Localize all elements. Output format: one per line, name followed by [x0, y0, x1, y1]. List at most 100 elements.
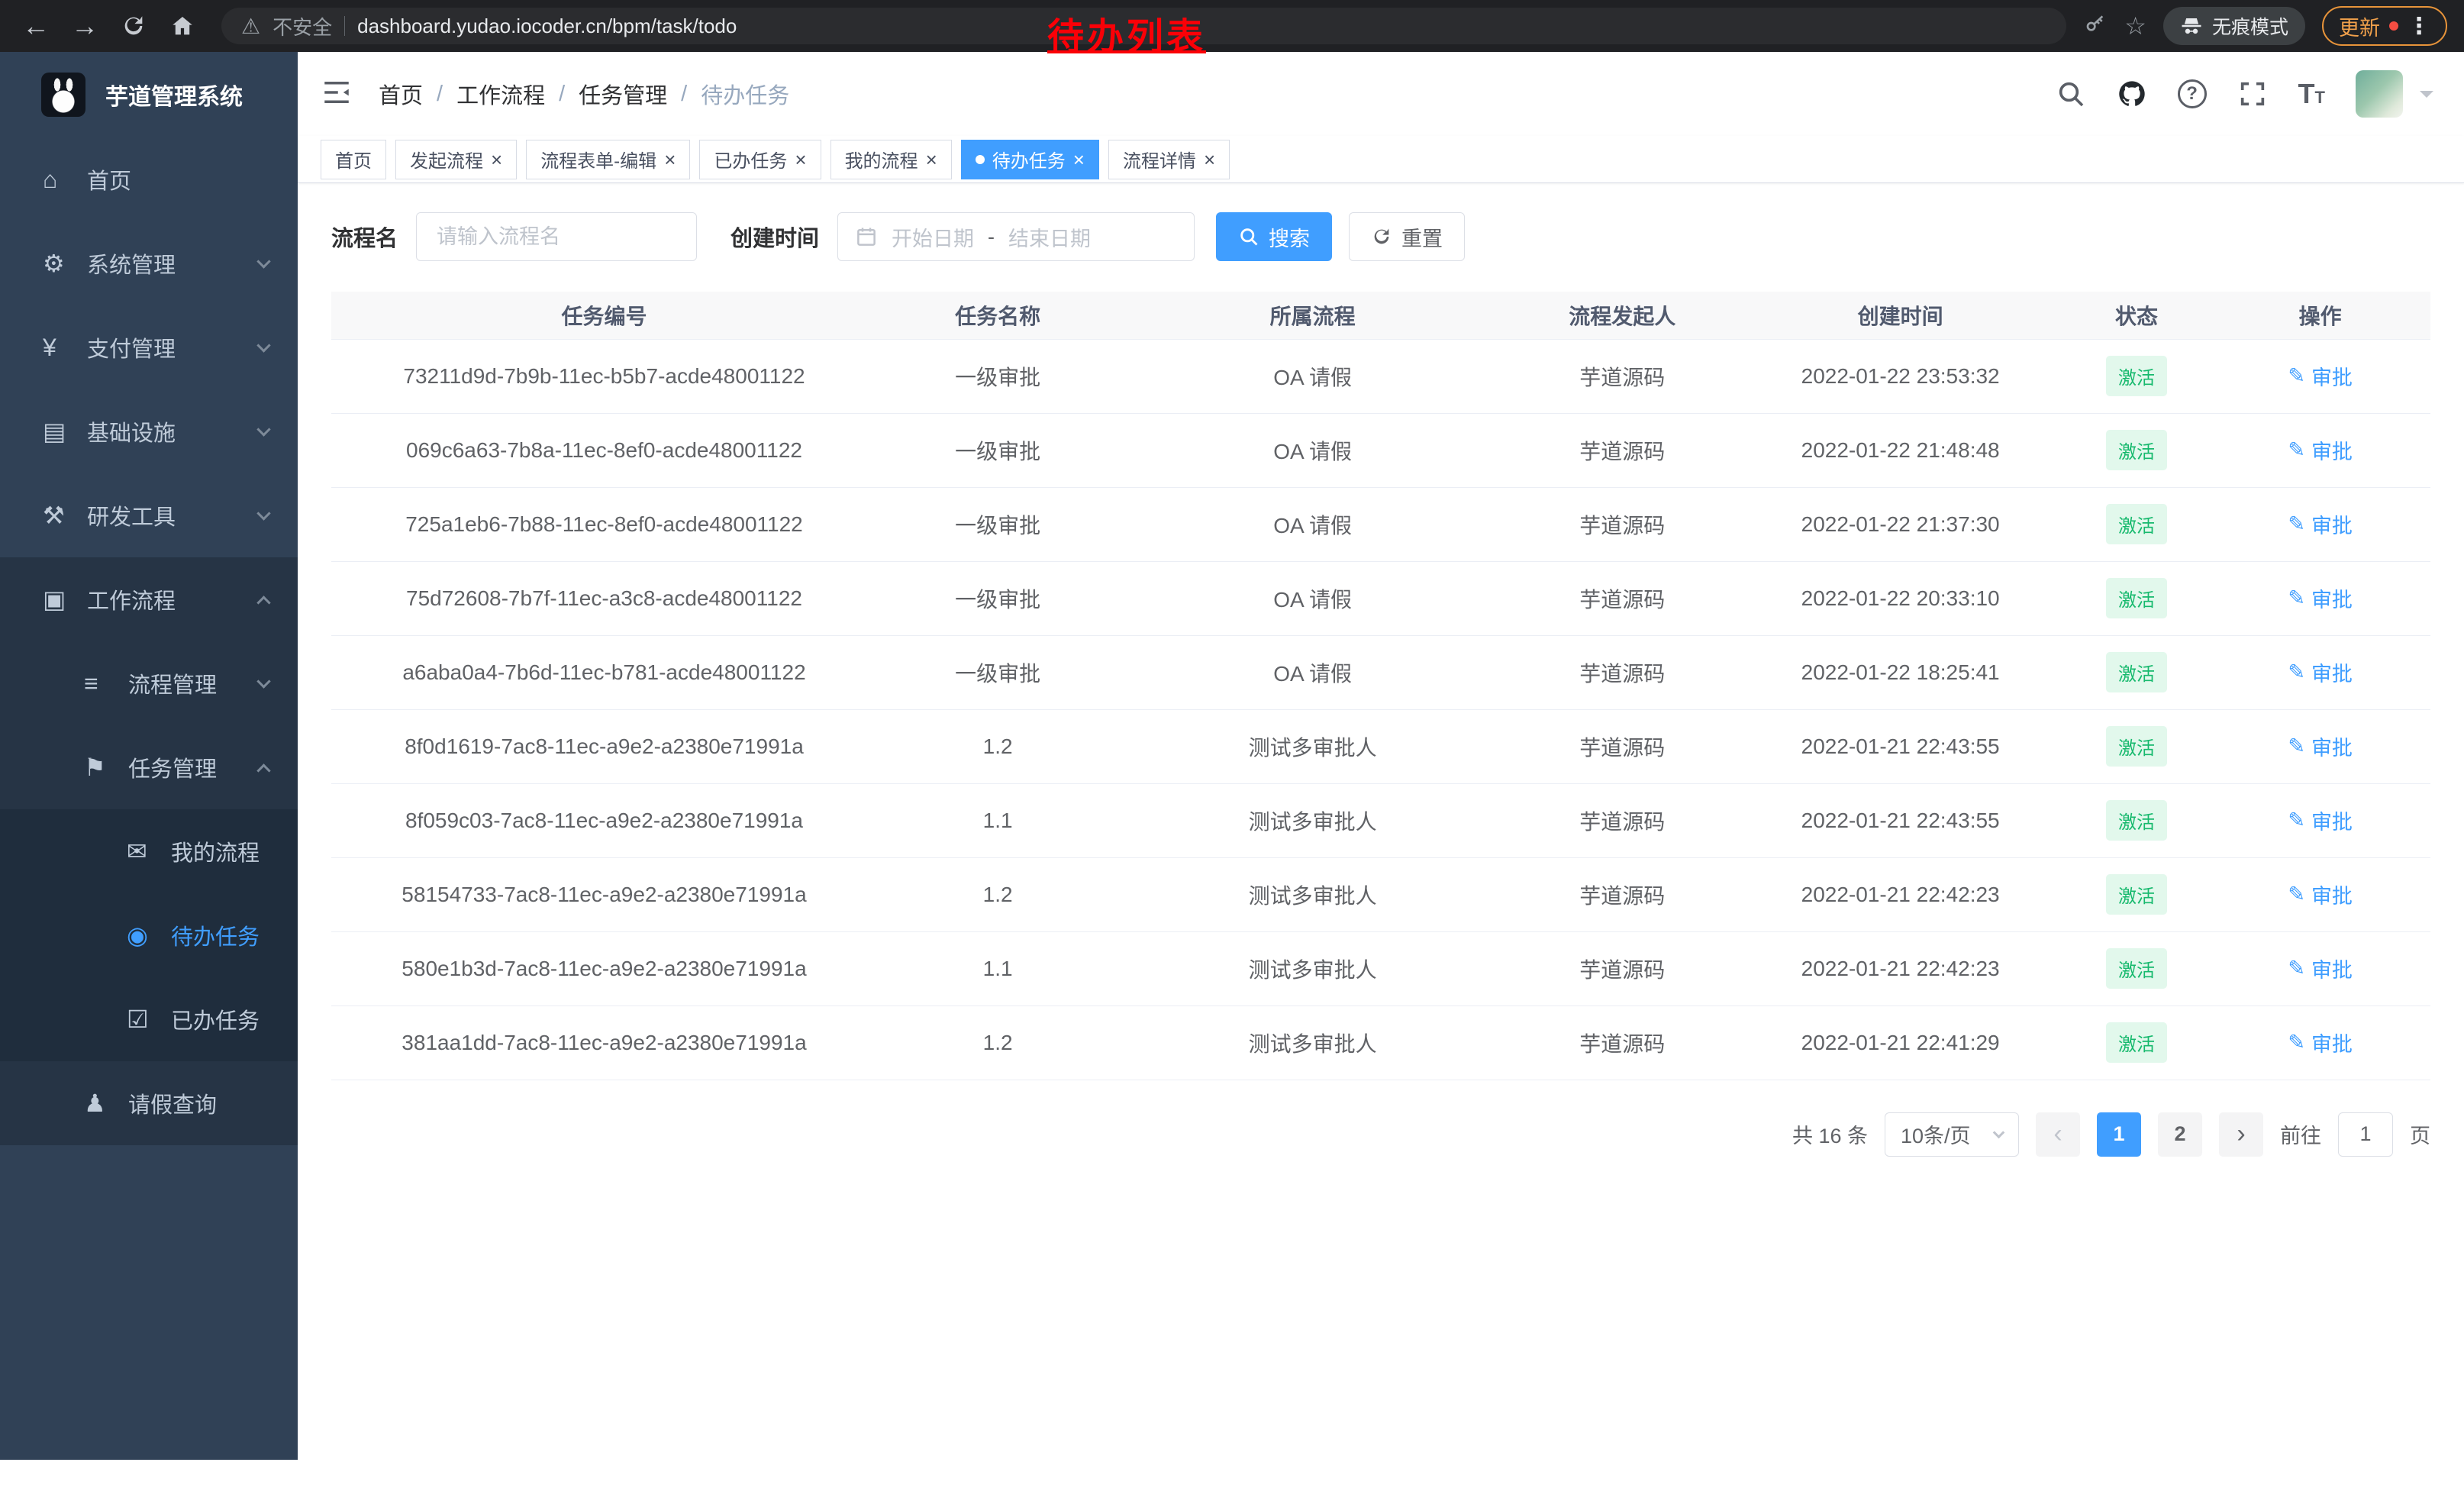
reset-button[interactable]: 重置: [1349, 212, 1465, 261]
end-date-placeholder[interactable]: 结束日期: [1008, 222, 1091, 252]
security-label[interactable]: 不安全: [273, 12, 332, 40]
start-date-placeholder[interactable]: 开始日期: [892, 222, 974, 252]
avatar-caret-icon[interactable]: [2420, 91, 2433, 105]
action-cell: ✎审批: [2210, 857, 2430, 931]
menu-label: 研发工具: [87, 499, 176, 531]
approve-link[interactable]: ✎审批: [2288, 583, 2353, 613]
tab-form-edit[interactable]: 流程表单-编辑 ×: [526, 140, 690, 179]
browser-forward-icon[interactable]: →: [63, 6, 107, 46]
prev-page-button[interactable]: ‹: [2036, 1112, 2080, 1157]
sidebar-item-process-mgmt[interactable]: ≡ 流程管理: [0, 641, 298, 725]
approve-label: 审批: [2311, 361, 2353, 391]
tab-todo-tasks[interactable]: 待办任务 ×: [961, 140, 1099, 179]
list-icon: ≡: [84, 670, 128, 698]
search-button[interactable]: 搜索: [1216, 212, 1332, 261]
goto-page-input[interactable]: [2338, 1112, 2393, 1157]
sidebar-item-done-tasks[interactable]: ☑ 已办任务: [0, 977, 298, 1061]
breadcrumb-item[interactable]: 首页: [379, 78, 423, 110]
approve-link[interactable]: ✎审批: [2288, 657, 2353, 687]
tab-start-process[interactable]: 发起流程 ×: [395, 140, 517, 179]
update-notification-dot: [2389, 21, 2398, 31]
approve-link[interactable]: ✎审批: [2288, 805, 2353, 835]
close-icon[interactable]: ×: [491, 150, 502, 169]
sidebar-item-task-mgmt[interactable]: ⚑ 任务管理: [0, 725, 298, 809]
menu-label: 我的流程: [171, 835, 260, 867]
sidebar-item-payment[interactable]: ¥ 支付管理: [0, 305, 298, 389]
status-badge: 激活: [2106, 430, 2167, 470]
breadcrumb-item[interactable]: 工作流程: [456, 78, 545, 110]
search-icon[interactable]: [2056, 79, 2086, 109]
approve-link[interactable]: ✎审批: [2288, 954, 2353, 983]
logo-row[interactable]: 芋道管理系统: [0, 52, 298, 137]
process-name-input[interactable]: [416, 212, 697, 261]
bookmark-star-icon[interactable]: ☆: [2124, 11, 2146, 40]
approve-link[interactable]: ✎审批: [2288, 509, 2353, 539]
chevron-down-icon: [256, 674, 270, 688]
approve-link[interactable]: ✎审批: [2288, 1028, 2353, 1057]
close-icon[interactable]: ×: [926, 150, 937, 169]
edit-icon: ✎: [2288, 512, 2305, 536]
create-time-range-picker[interactable]: 开始日期 - 结束日期: [837, 212, 1195, 261]
status-badge: 激活: [2106, 948, 2167, 989]
status-badge: 激活: [2106, 1022, 2167, 1063]
url-text[interactable]: dashboard.yudao.iocoder.cn/bpm/task/todo: [357, 15, 737, 38]
browser-menu-icon[interactable]: ⋮: [2408, 13, 2430, 40]
tab-my-processes[interactable]: 我的流程 ×: [830, 140, 952, 179]
page-unit-label: 页: [2410, 1119, 2430, 1149]
close-icon[interactable]: ×: [664, 150, 676, 169]
sidebar-item-infrastructure[interactable]: ▤ 基础设施: [0, 389, 298, 473]
avatar[interactable]: [2356, 70, 2403, 118]
page-number-button-1[interactable]: 1: [2097, 1112, 2141, 1157]
create-time-cell: 2022-01-22 20:33:10: [1738, 561, 2063, 635]
approve-link[interactable]: ✎审批: [2288, 361, 2353, 391]
page-size-select[interactable]: 10条/页: [1885, 1112, 2019, 1157]
tab-process-detail[interactable]: 流程详情 ×: [1108, 140, 1230, 179]
github-icon[interactable]: [2117, 79, 2147, 109]
breadcrumb-item[interactable]: 任务管理: [579, 78, 667, 110]
sidebar-item-leave-query[interactable]: ♟ 请假查询: [0, 1061, 298, 1145]
omnibox-divider: [344, 16, 345, 36]
sidebar-item-workflow[interactable]: ▣ 工作流程: [0, 557, 298, 641]
help-icon[interactable]: ?: [2178, 79, 2207, 108]
table-row: 069c6a63-7b8a-11ec-8ef0-acde48001122 一级审…: [331, 413, 2430, 487]
browser-update-button[interactable]: 更新 ⋮: [2322, 6, 2447, 46]
close-icon[interactable]: ×: [1204, 150, 1215, 169]
tab-label: 我的流程: [845, 146, 918, 173]
close-icon[interactable]: ×: [795, 150, 806, 169]
approve-link[interactable]: ✎审批: [2288, 435, 2353, 465]
sidebar-item-home[interactable]: ⌂ 首页: [0, 137, 298, 221]
approve-link[interactable]: ✎审批: [2288, 880, 2353, 909]
browser-home-icon[interactable]: [160, 6, 205, 46]
sidebar-item-todo-tasks[interactable]: ◉ 待办任务: [0, 893, 298, 977]
sidebar-item-my-processes[interactable]: ✉ 我的流程: [0, 809, 298, 893]
browser-refresh-icon[interactable]: [111, 6, 156, 46]
edit-icon: ✎: [2288, 809, 2305, 832]
browser-back-icon[interactable]: ←: [14, 6, 58, 46]
create-time-cell: 2022-01-22 21:48:48: [1738, 413, 2063, 487]
sidebar-item-dev-tools[interactable]: ⚒ 研发工具: [0, 473, 298, 557]
tab-done-tasks[interactable]: 已办任务 ×: [699, 140, 821, 179]
approve-link[interactable]: ✎审批: [2288, 731, 2353, 761]
user-icon: ♟: [84, 1089, 128, 1118]
server-icon: ▤: [43, 417, 87, 446]
task-name-cell: 1.2: [877, 1006, 1118, 1080]
action-cell: ✎审批: [2210, 709, 2430, 783]
tags-view-bar: 首页 发起流程 × 流程表单-编辑 × 已办任务 × 我的流程 × 待办任务 ×…: [298, 136, 2464, 183]
collapse-sidebar-icon[interactable]: [321, 76, 353, 112]
col-action: 操作: [2210, 292, 2430, 339]
create-time-label: 创建时间: [730, 221, 819, 253]
next-page-button[interactable]: ›: [2219, 1112, 2263, 1157]
tab-home[interactable]: 首页: [321, 140, 386, 179]
sidebar-item-system[interactable]: ⚙ 系统管理: [0, 221, 298, 305]
tab-label: 流程详情: [1123, 146, 1196, 173]
starter-cell: 芋道源码: [1507, 487, 1738, 561]
edit-icon: ✎: [2288, 364, 2305, 388]
table-row: 8f0d1619-7ac8-11ec-a9e2-a2380e71991a 1.2…: [331, 709, 2430, 783]
table-row: 75d72608-7b7f-11ec-a3c8-acde48001122 一级审…: [331, 561, 2430, 635]
incognito-label: 无痕模式: [2212, 12, 2288, 40]
fullscreen-icon[interactable]: [2237, 79, 2268, 109]
close-icon[interactable]: ×: [1073, 150, 1085, 169]
page-number-button-2[interactable]: 2: [2158, 1112, 2202, 1157]
password-key-icon[interactable]: [2083, 12, 2108, 40]
font-size-icon[interactable]: TT: [2298, 78, 2325, 110]
